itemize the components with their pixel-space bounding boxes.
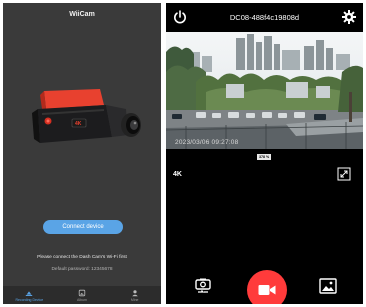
live-view-screen: DC08-488f4c19808d 2023/03/06 09:27:08 37… <box>166 3 363 304</box>
gear-icon[interactable] <box>341 9 357 25</box>
nav-item-mine[interactable]: Mine <box>108 286 161 304</box>
app-title: WiiCam <box>69 10 95 18</box>
video-record-icon <box>258 285 276 295</box>
svg-text:4K: 4K <box>75 121 82 127</box>
camera-feed-image <box>166 32 363 149</box>
top-bar: DC08-488f4c19808d <box>166 3 363 31</box>
default-password-text: Default password: 12345678 <box>51 267 113 272</box>
wiicam-home-screen: WiiCam 4K Connect device Please connect … <box>3 3 161 304</box>
device-id: DC08-488f4c19808d <box>229 13 300 22</box>
wifi-hint-text: Please connect the Dash Cam's Wi-Fi firs… <box>37 255 127 260</box>
recording-timestamp: 2023/03/06 09:27:08 <box>175 139 239 146</box>
album-icon <box>78 289 86 296</box>
nav-item-label: Mine <box>130 297 139 302</box>
battery-badge: 378 % <box>257 154 272 160</box>
bottom-controls <box>166 269 363 304</box>
record-button[interactable] <box>247 270 287 304</box>
person-icon <box>131 289 138 296</box>
gallery-icon[interactable] <box>319 278 337 294</box>
resolution-toggle[interactable]: 4K <box>173 171 182 178</box>
nav-item-label: Recording Device <box>15 297 44 302</box>
nav-item-album[interactable]: Album <box>56 286 109 304</box>
connect-device-button[interactable]: Connect device <box>43 220 123 234</box>
nav-item-recording-device[interactable]: Recording Device <box>3 286 56 304</box>
screenshot-root: WiiCam 4K Connect device Please connect … <box>0 0 366 307</box>
fullscreen-icon[interactable] <box>337 167 351 181</box>
device-icon <box>26 290 33 296</box>
bottom-nav: Recording Device Album Mine <box>3 286 161 304</box>
nav-item-label: Album <box>77 297 87 302</box>
camera-feed[interactable] <box>166 32 363 149</box>
dash-cam-image: 4K <box>32 89 141 143</box>
camera-flip-icon[interactable] <box>194 277 212 295</box>
